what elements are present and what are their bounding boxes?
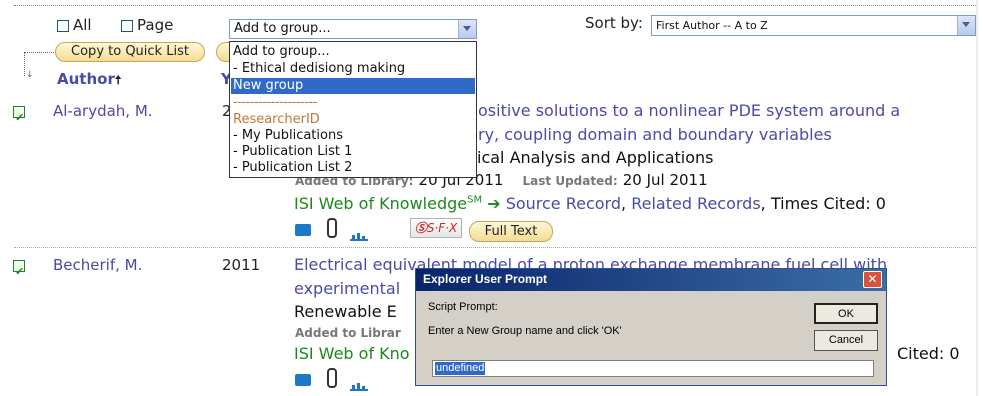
ok-button[interactable]: OK [814, 303, 878, 324]
record-checkbox[interactable] [13, 106, 25, 118]
isi-sup: SM [467, 194, 483, 206]
copy-to-quick-list-button[interactable]: Copy to Quick List [55, 42, 205, 62]
folder-icon[interactable] [295, 374, 311, 386]
record-source: ical Analysis and Applications [477, 148, 714, 167]
select-page-checkbox[interactable] [121, 20, 133, 32]
dialog-message: Enter a New Group name and click 'OK' [428, 325, 622, 337]
record-year: 2011 [222, 256, 261, 274]
cancel-button[interactable]: Cancel [814, 330, 878, 351]
record-author[interactable]: Al-arydah, M. [53, 102, 153, 120]
chart-icon[interactable] [350, 226, 368, 241]
group-name-input[interactable]: undefined [432, 360, 874, 377]
isi-web-of-knowledge: ISI Web of KnowledgeSM [294, 194, 482, 213]
paperclip-icon[interactable] [327, 368, 337, 388]
top-divider [14, 5, 976, 6]
isi-web-of-knowledge: ISI Web of Kno [294, 344, 410, 363]
record-checkbox[interactable] [13, 260, 25, 272]
select-all-checkbox[interactable] [57, 20, 69, 32]
arrow-right-icon: ➔ [487, 194, 501, 213]
dialog-title: Explorer User Prompt [423, 272, 548, 286]
times-cited: Times Cited: 0 [770, 194, 886, 213]
chevron-down-icon[interactable] [957, 16, 975, 35]
sort-select[interactable]: First Author -- A to Z [651, 15, 976, 36]
record-title-line1[interactable]: ositive solutions to a nonlinear PDE sys… [478, 101, 900, 120]
record-title-line2[interactable]: experimental [294, 279, 400, 298]
full-text-button[interactable]: Full Text [469, 221, 553, 242]
folder-icon[interactable] [295, 224, 311, 236]
library-page: All Page Add to group... Sort by: First … [0, 0, 983, 396]
sort-value: First Author -- A to Z [656, 19, 768, 32]
select-page-label: Page [137, 16, 174, 34]
paperclip-icon[interactable] [327, 218, 337, 238]
tree-arrow-icon: ↓ [26, 70, 34, 80]
dropdown-group-header: ResearcherID [233, 112, 320, 127]
times-cited: Cited: 0 [897, 344, 960, 363]
add-to-group-select[interactable]: Add to group... [229, 19, 477, 39]
isi-label: ISI Web of Knowledge [294, 194, 468, 213]
group-name-input-value: undefined [435, 362, 486, 375]
chart-icon[interactable] [350, 376, 368, 391]
select-all-label: All [73, 16, 92, 34]
sfx-label: S·F·X [426, 221, 458, 235]
record-links: ISI Web of KnowledgeSM ➔ Source Record, … [294, 194, 886, 213]
author-column-label: Author [57, 70, 115, 88]
dropdown-option[interactable]: - My Publications [233, 128, 343, 143]
record-title-line2[interactable]: ry, coupling domain and boundary variabl… [478, 125, 832, 144]
added-label: Added to Librar [295, 326, 401, 340]
dropdown-option[interactable]: - Publication List 2 [233, 160, 352, 175]
author-sort-header[interactable]: Author🠅 [57, 70, 121, 92]
dropdown-option-selected[interactable]: New group [231, 78, 475, 94]
dropdown-option[interactable]: - Ethical dedisiong making [233, 61, 405, 76]
dropdown-option[interactable]: Add to group... [233, 44, 330, 59]
right-border [976, 0, 978, 396]
row-divider [14, 247, 976, 248]
add-to-group-dropdown-list[interactable]: Add to group... - Ethical dedisiong maki… [229, 41, 477, 178]
record-source: Renewable E [294, 302, 397, 321]
dropdown-option-label: New group [233, 78, 304, 93]
record-author[interactable]: Becherif, M. [53, 256, 142, 274]
sort-up-arrow-icon: 🠅 [114, 73, 122, 87]
close-icon[interactable]: ✕ [863, 271, 882, 288]
tree-connector [24, 52, 54, 53]
partial-button[interactable] [216, 42, 230, 62]
chevron-down-icon[interactable] [458, 20, 476, 38]
sort-label: Sort by: [585, 14, 643, 32]
dialog-title-bar[interactable]: Explorer User Prompt ✕ [416, 269, 886, 291]
updated-label: Last Updated: [522, 174, 618, 188]
sfx-logo-icon: Ⓢ [414, 221, 427, 235]
user-prompt-dialog: Explorer User Prompt ✕ Script Prompt: En… [415, 268, 887, 386]
dropdown-separator: -------------------- [233, 95, 317, 110]
source-record-link[interactable]: Source Record [506, 194, 621, 213]
updated-value: 20 Jul 2011 [622, 171, 708, 189]
related-records-link[interactable]: Related Records [631, 194, 760, 213]
sfx-button[interactable]: ⓈS·F·X [410, 218, 462, 238]
add-to-group-value: Add to group... [234, 21, 331, 36]
dialog-script-prompt: Script Prompt: [428, 301, 498, 313]
dropdown-option[interactable]: - Publication List 1 [233, 144, 352, 159]
tree-connector [24, 52, 25, 76]
